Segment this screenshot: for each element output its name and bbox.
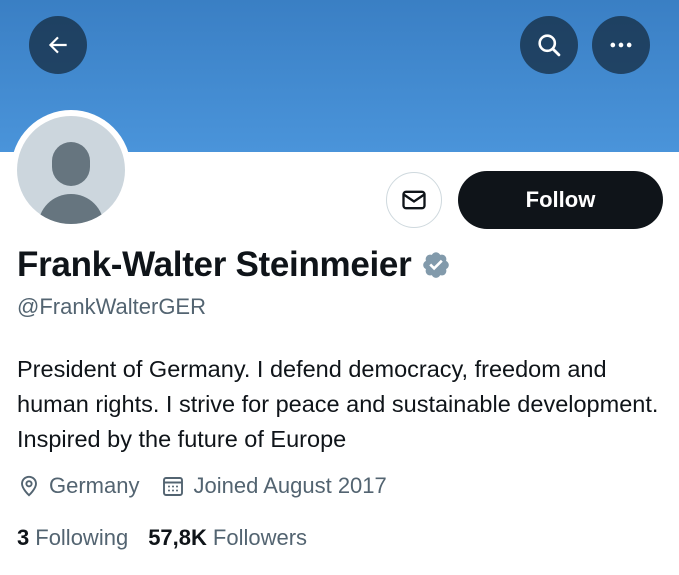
followers-count: 57,8K xyxy=(148,525,207,550)
arrow-left-icon xyxy=(48,36,67,54)
profile-meta: Germany Joined August 2017 xyxy=(17,469,387,503)
back-button[interactable] xyxy=(29,16,87,74)
message-button[interactable] xyxy=(386,172,442,228)
location-pin-icon xyxy=(21,475,37,497)
calendar-icon xyxy=(163,477,184,496)
more-horizontal-icon xyxy=(610,42,632,48)
following-count: 3 xyxy=(17,525,30,550)
profile-name-row: Frank-Walter Steinmeier xyxy=(17,240,451,290)
joined-item: Joined August 2017 xyxy=(161,473,387,499)
followers-label: Followers xyxy=(212,525,308,550)
avatar[interactable] xyxy=(17,116,125,224)
envelope-icon xyxy=(402,190,426,210)
following-link[interactable]: 3 Following xyxy=(17,525,128,551)
avatar-body-shape xyxy=(38,194,104,224)
avatar-head-shape xyxy=(52,142,90,186)
more-button[interactable] xyxy=(592,16,650,74)
location-item: Germany xyxy=(17,473,139,499)
followers-link[interactable]: 57,8K Followers xyxy=(148,525,307,551)
profile-name: Frank-Walter Steinmeier xyxy=(17,245,412,284)
profile-handle: @FrankWalterGER xyxy=(17,294,206,319)
location-text: Germany xyxy=(49,473,140,498)
following-label: Following xyxy=(35,525,129,550)
joined-text: Joined August 2017 xyxy=(193,473,387,498)
search-icon xyxy=(538,34,561,57)
follow-stats: 3 Following 57,8K Followers xyxy=(17,521,307,555)
verified-badge-icon[interactable] xyxy=(421,250,451,280)
follow-button[interactable]: Follow xyxy=(458,171,663,229)
search-button[interactable] xyxy=(520,16,578,74)
profile-bio: President of Germany. I defend democracy… xyxy=(17,356,659,452)
